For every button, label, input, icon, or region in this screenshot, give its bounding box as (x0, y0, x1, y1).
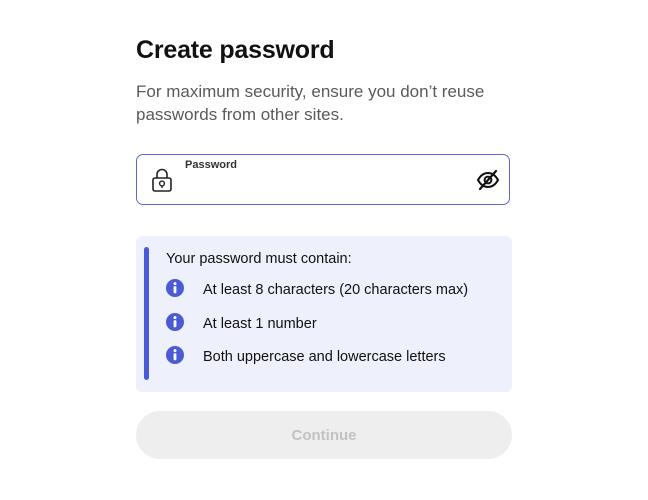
requirement-label: Both uppercase and lowercase letters (203, 349, 446, 365)
accent-bar (144, 247, 149, 380)
requirement-label: At least 1 number (203, 316, 317, 332)
requirement-label: At least 8 characters (20 characters max… (203, 282, 469, 298)
page-subtitle: For maximum security, ensure you don’t r… (136, 82, 485, 124)
create-password-page: Create password For maximum security, en… (0, 0, 648, 500)
continue-button[interactable]: Continue (136, 411, 512, 459)
page-title: Create password (136, 36, 335, 64)
password-input[interactable] (185, 177, 465, 199)
info-icon (166, 279, 184, 297)
info-icon (166, 313, 184, 331)
eye-slash-icon[interactable] (476, 169, 500, 191)
password-requirements-panel: Your password must contain: At least 8 c… (136, 236, 512, 392)
info-icon (166, 346, 184, 364)
password-field[interactable]: Password (136, 154, 510, 205)
lock-icon (152, 168, 172, 192)
password-field-label: Password (185, 159, 237, 171)
requirements-heading: Your password must contain: (166, 251, 352, 267)
